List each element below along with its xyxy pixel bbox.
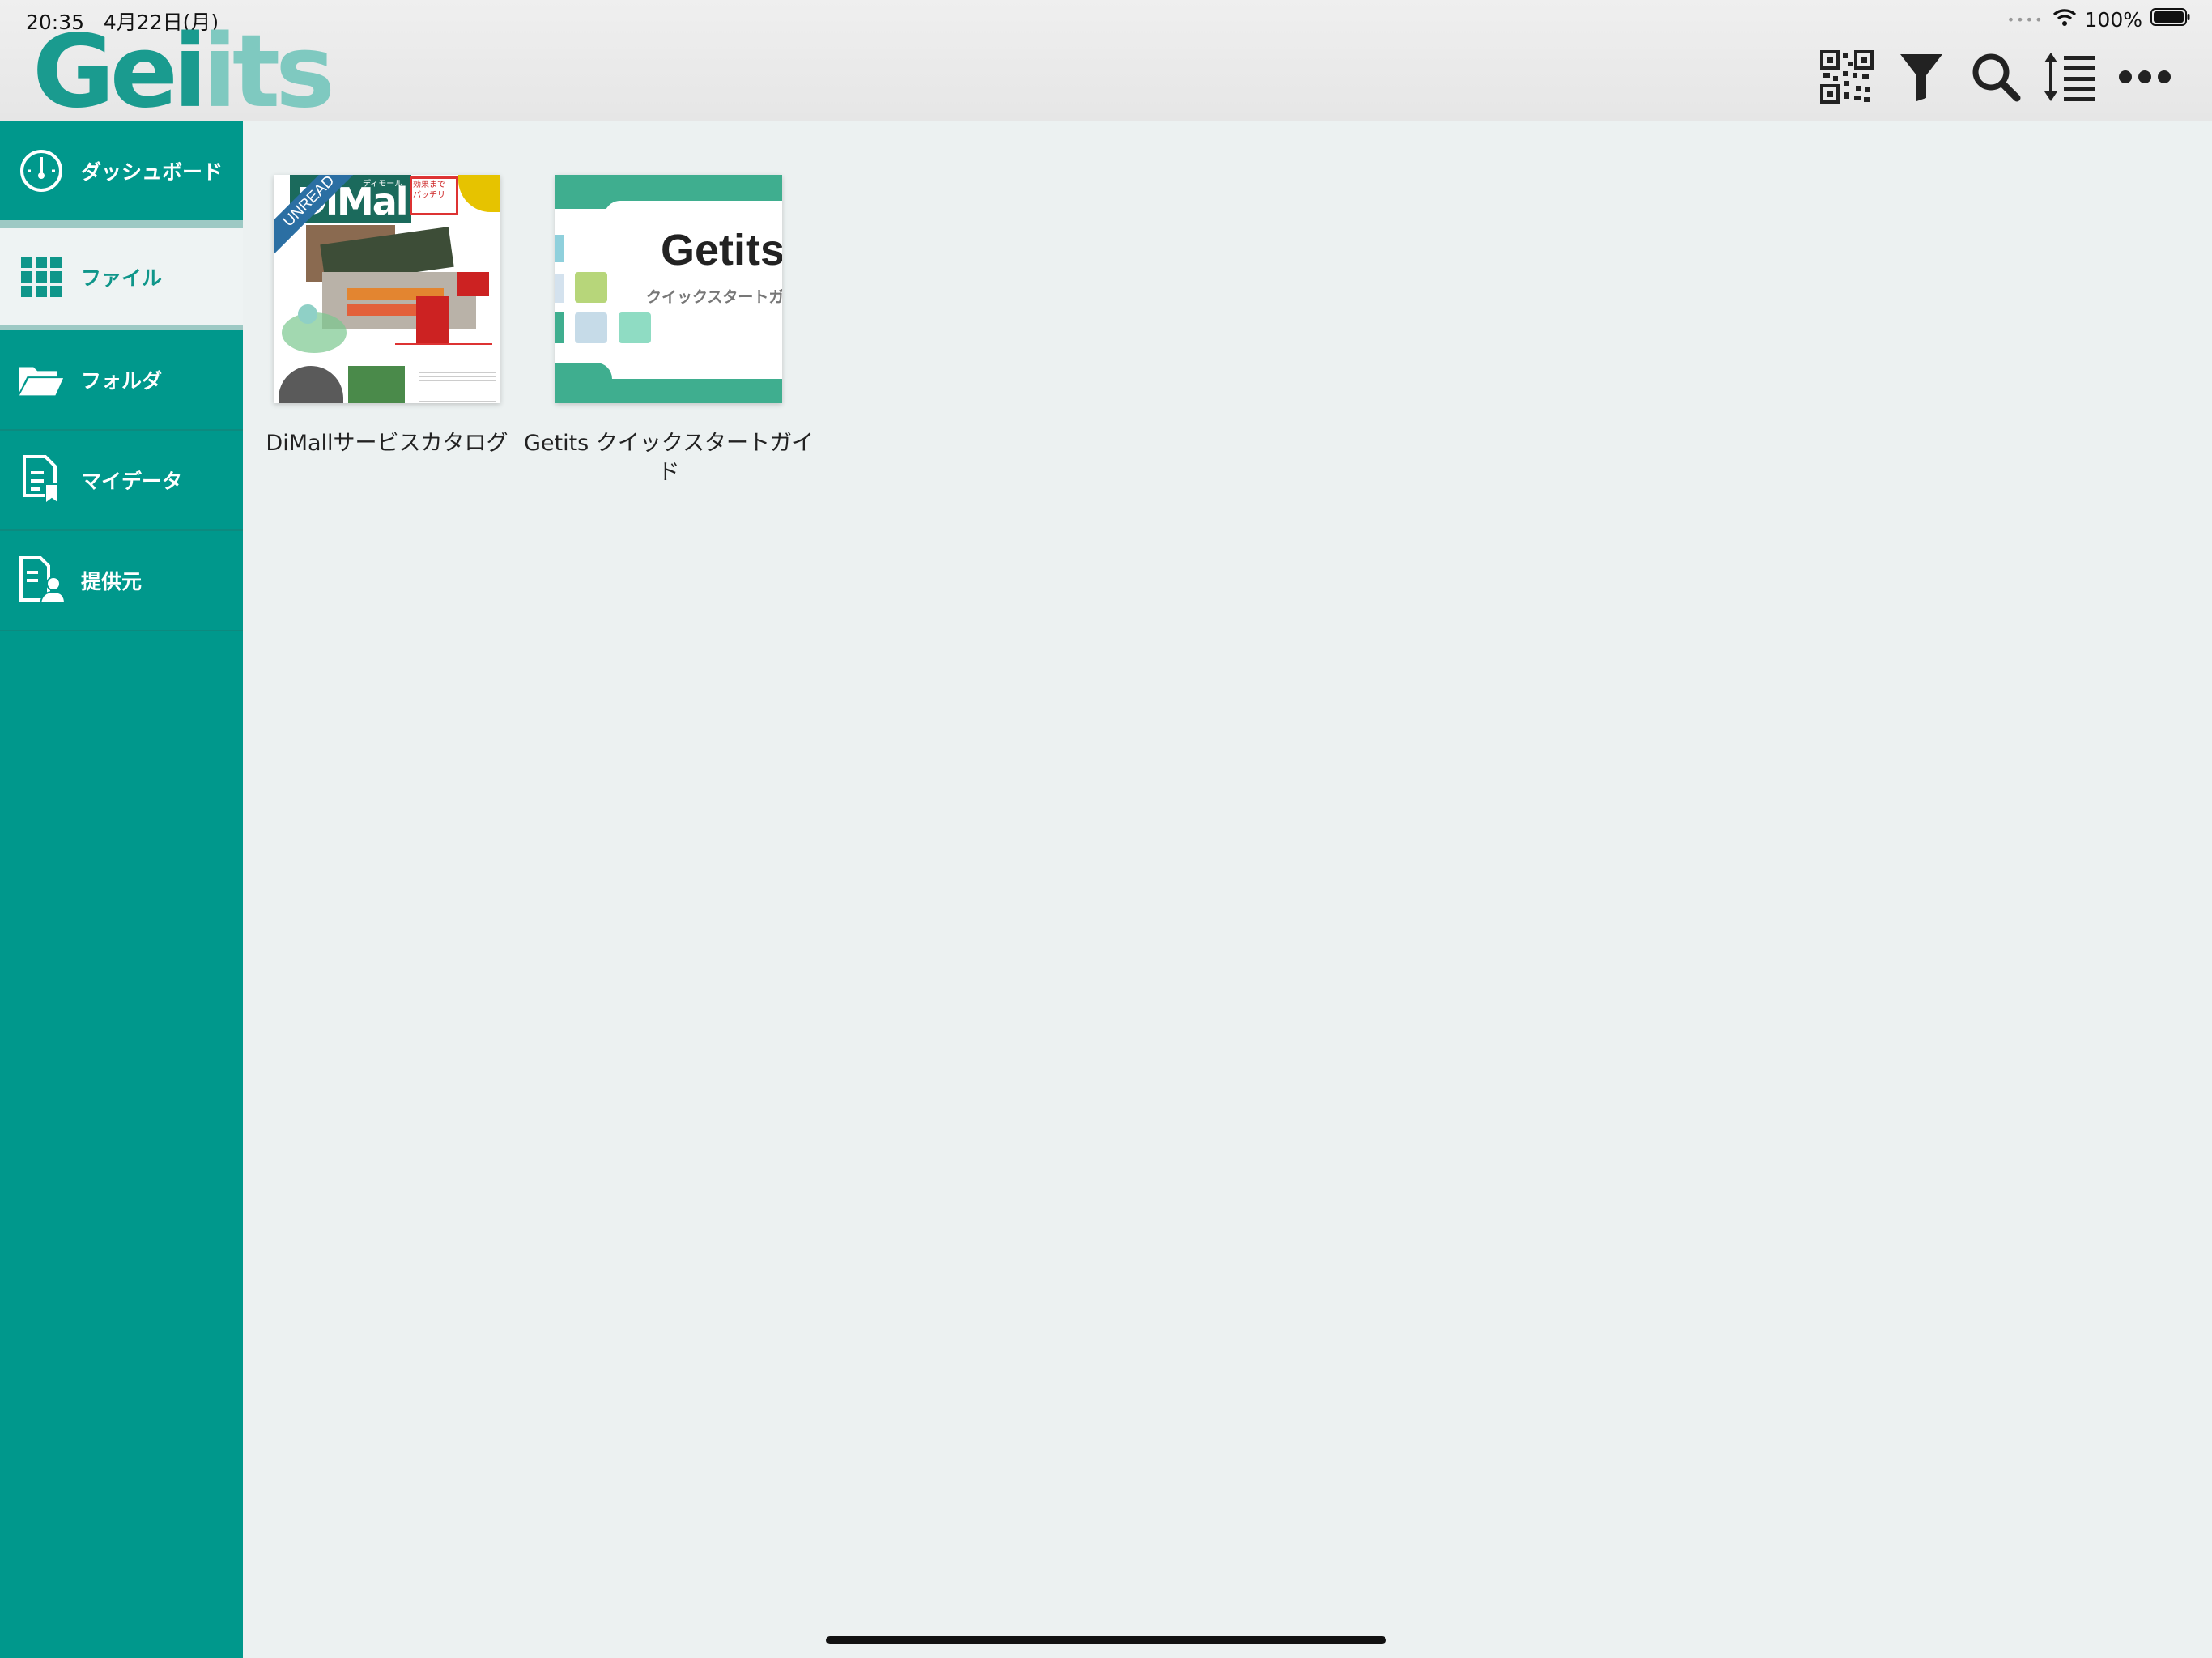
thumb-title: Getits <box>661 226 782 274</box>
toolbar <box>1819 45 2173 109</box>
thumb-subtitle: クイックスタートガ <box>646 288 782 306</box>
sidebar-item-files[interactable]: ファイル <box>0 228 243 330</box>
sidebar: ダッシュボード ファイル フォルダ マイデータ 提供元 <box>0 121 243 1658</box>
sidebar-item-label: ファイル <box>81 266 163 290</box>
battery-percent: 100% <box>2084 7 2142 32</box>
dashboard-icon <box>18 147 65 194</box>
search-icon[interactable] <box>1967 49 2024 105</box>
sidebar-item-provider[interactable]: 提供元 <box>0 531 243 631</box>
sidebar-item-folders[interactable]: フォルダ <box>0 330 243 431</box>
app-logo: Geiits <box>32 22 335 122</box>
sidebar-item-label: 提供元 <box>81 570 143 593</box>
sidebar-item-my-data[interactable]: マイデータ <box>0 431 243 531</box>
sort-icon[interactable] <box>2042 49 2099 105</box>
filter-icon[interactable] <box>1893 49 1950 105</box>
sidebar-item-label: フォルダ <box>81 369 163 393</box>
status-indicators: •••• 100% <box>2007 5 2191 34</box>
app-header: 20:35 4月22日(月) •••• 100% Geiits <box>0 0 2212 122</box>
file-thumbnail[interactable]: DiMall ディモール 効果まで バッチリ UNREAD <box>274 175 500 403</box>
signal-dots-icon: •••• <box>2006 11 2044 28</box>
folder-icon <box>18 356 65 403</box>
qr-code-icon[interactable] <box>1819 49 1875 105</box>
wifi-icon <box>2052 7 2077 32</box>
logo-text-light: its <box>202 14 335 130</box>
file-name: Getits クイックスタートガイド <box>523 431 815 485</box>
logo-text-dark: Gei <box>32 14 207 130</box>
home-indicator[interactable] <box>826 1636 1386 1644</box>
sidebar-item-dashboard[interactable]: ダッシュボード <box>0 121 243 228</box>
sidebar-item-label: マイデータ <box>81 470 183 493</box>
thumb-tag: ディモール <box>363 180 403 189</box>
more-icon[interactable] <box>2116 49 2173 105</box>
my-data-icon <box>18 455 65 505</box>
battery-icon <box>2150 7 2191 32</box>
grid-icon <box>18 253 65 300</box>
file-name: DiMallサービスカタログ <box>266 431 508 456</box>
thumb-note: 効果まで バッチリ <box>413 181 445 200</box>
sidebar-item-label: ダッシュボード <box>81 160 223 184</box>
provider-icon <box>18 556 65 604</box>
file-grid: DiMall ディモール 効果まで バッチリ UNREAD DiMallサービス… <box>243 121 2212 1658</box>
file-thumbnail[interactable]: Getits クイックスタートガ <box>555 175 782 403</box>
